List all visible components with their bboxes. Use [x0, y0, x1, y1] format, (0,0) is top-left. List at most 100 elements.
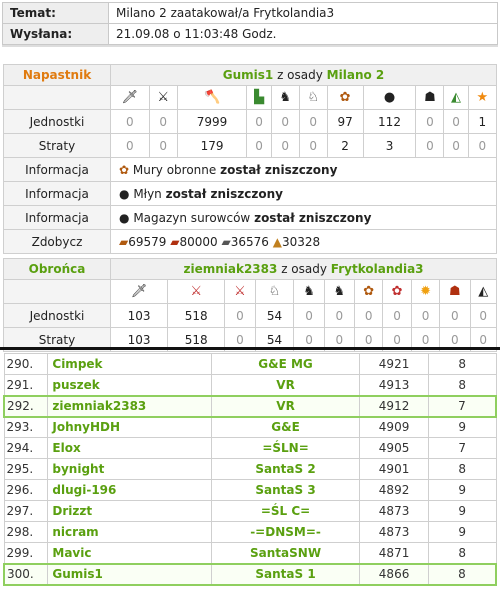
player-name-link[interactable]: Elox [47, 437, 212, 459]
tribe-link[interactable]: -=DNSM=- [210, 521, 361, 543]
tribe-link[interactable]: SantaS 2 [210, 458, 361, 480]
ranking-row: 297. Drizzt =ŚL C= 4873 9 [3, 500, 497, 522]
attacker-village-link[interactable]: Milano 2 [327, 68, 385, 82]
unit-count: 97 [326, 109, 364, 134]
ranking-row: 293. JohnyHDH G&E 4909 9 [3, 416, 497, 438]
rank-position: 294. [3, 437, 49, 459]
villages-count: 9 [427, 416, 497, 438]
loss-count: 0 [415, 133, 445, 158]
star-icon: ★ [467, 85, 498, 110]
unit-count: 103 [109, 303, 169, 328]
points: 4913 [359, 374, 429, 396]
tribe-link[interactable]: SantaS 3 [210, 479, 361, 501]
paladin-icon: ☗ [439, 279, 471, 304]
loss-count: 179 [176, 133, 248, 158]
heavy-cavalry-icon: ♘ [254, 279, 295, 304]
player-name-link[interactable]: JohnyHDH [47, 416, 212, 438]
iron-icon: ▰ [221, 234, 231, 249]
player-name-link[interactable]: bynight [47, 458, 212, 480]
tribe-link[interactable]: VR [210, 374, 361, 396]
villages-count: 7 [427, 394, 497, 418]
points: 4873 [359, 500, 429, 522]
topic-value: Milano 2 zaatakował/a Frytkolandia3 [108, 2, 498, 24]
unit-count: 0 [410, 303, 441, 328]
unit-count: 0 [293, 303, 325, 328]
rank-position: 299. [3, 542, 49, 564]
villages-count: 9 [427, 500, 497, 522]
horse-archer-icon: ♞ [323, 279, 355, 304]
points: 4901 [359, 458, 429, 480]
points: 4921 [359, 353, 429, 375]
mill-icon: ● [119, 186, 130, 201]
points: 4873 [359, 521, 429, 543]
loot-row: ▰69579 ▰80000 ▰36576 ▲30328 [110, 229, 497, 254]
paladin-icon: ☗ [415, 85, 445, 110]
defender-player-link[interactable]: ziemniak2383 [183, 262, 277, 276]
info-label: Informacja [3, 157, 111, 182]
ranking-row: 294. Elox =ŚLN= 4905 7 [3, 437, 497, 459]
points: 4909 [359, 416, 429, 438]
unit-count: 0 [439, 303, 471, 328]
defender-village-link[interactable]: Frytkolandia3 [331, 262, 424, 276]
points: 4892 [359, 479, 429, 501]
unit-count: 0 [323, 303, 355, 328]
points: 4905 [359, 437, 429, 459]
defender-from: z osady [281, 262, 327, 276]
attacker-role: Napastnik [22, 68, 92, 82]
light-cavalry-icon: ♞ [270, 85, 300, 110]
ranking-row: 299. Mavic SantaSNW 4871 8 [3, 542, 497, 564]
loss-count: 0 [148, 133, 178, 158]
player-name-link[interactable]: Mavic [47, 542, 212, 564]
tribe-link[interactable]: VR [210, 394, 361, 418]
attacker-from: z osady [277, 68, 323, 82]
unit-count: 54 [254, 303, 295, 328]
villages-count: 8 [427, 353, 497, 375]
villages-count: 9 [427, 479, 497, 501]
info-label: Informacja [3, 181, 111, 206]
defender-role: Obrońca [28, 262, 86, 276]
unit-count: 0 [415, 109, 445, 134]
tribe-link[interactable]: G&E MG [210, 353, 361, 375]
player-name-link[interactable]: nicram [47, 521, 212, 543]
tribe-link[interactable]: =ŚLN= [210, 437, 361, 459]
rank-position: 291. [3, 374, 49, 396]
scout-boot-icon: ▙ [246, 85, 272, 110]
ranking-row: 292. ziemniak2383 VR 4912 7 [3, 394, 497, 418]
ranking-row: 295. bynight SantaS 2 4901 8 [3, 458, 497, 480]
rank-position: 298. [3, 521, 49, 543]
heavy-cavalry-icon: ♘ [298, 85, 328, 110]
rank-position: 295. [3, 458, 49, 480]
defender-table: Obrońca ziemniak2383 z osady Frytkolandi… [3, 258, 497, 352]
section-divider [0, 347, 500, 350]
unit-count: 0 [246, 109, 272, 134]
ranking-table: 290. Cimpek G&E MG 4921 8 291. puszek VR 4913 8 29… [3, 353, 497, 586]
rank-position: 293. [3, 416, 49, 438]
tribe-link[interactable]: SantaSNW [210, 542, 361, 564]
player-name-link[interactable]: ziemniak2383 [47, 394, 212, 418]
attacker-player-link[interactable]: Gumis1 [223, 68, 274, 82]
player-name-link[interactable]: Gumis1 [47, 562, 212, 586]
player-name-link[interactable]: puszek [47, 374, 212, 396]
unit-count: 0 [353, 303, 384, 328]
player-name-link[interactable]: dlugi-196 [47, 479, 212, 501]
info-label: Informacja [3, 205, 111, 230]
spear-icon: 🗡 [109, 279, 169, 304]
points: 4866 [359, 562, 429, 586]
villages-count: 8 [427, 542, 497, 564]
player-name-link[interactable]: Cimpek [47, 353, 212, 375]
villages-count: 8 [427, 374, 497, 396]
player-name-link[interactable]: Drizzt [47, 500, 212, 522]
loss-count: 0 [443, 133, 469, 158]
sent-value: 21.09.08 o 11:03:48 Godz. [108, 23, 498, 45]
report-header: Temat: Milano 2 zaatakował/a Frytkolandi… [2, 2, 498, 45]
unit-count: 0 [298, 109, 328, 134]
tribe-link[interactable]: =ŚL C= [210, 500, 361, 522]
attacker-table: Napastnik Gumis1 z osady Milano 2 🗡 ⚔ 🪓 … [3, 64, 498, 254]
unit-count: 112 [362, 109, 417, 134]
ranking-row: 290. Cimpek G&E MG 4921 8 [3, 353, 497, 375]
loss-count: 0 [467, 133, 498, 158]
unit-count: 0 [469, 303, 497, 328]
rank-position: 296. [3, 479, 49, 501]
tribe-link[interactable]: G&E [210, 416, 361, 438]
tribe-link[interactable]: SantaS 1 [210, 562, 361, 586]
